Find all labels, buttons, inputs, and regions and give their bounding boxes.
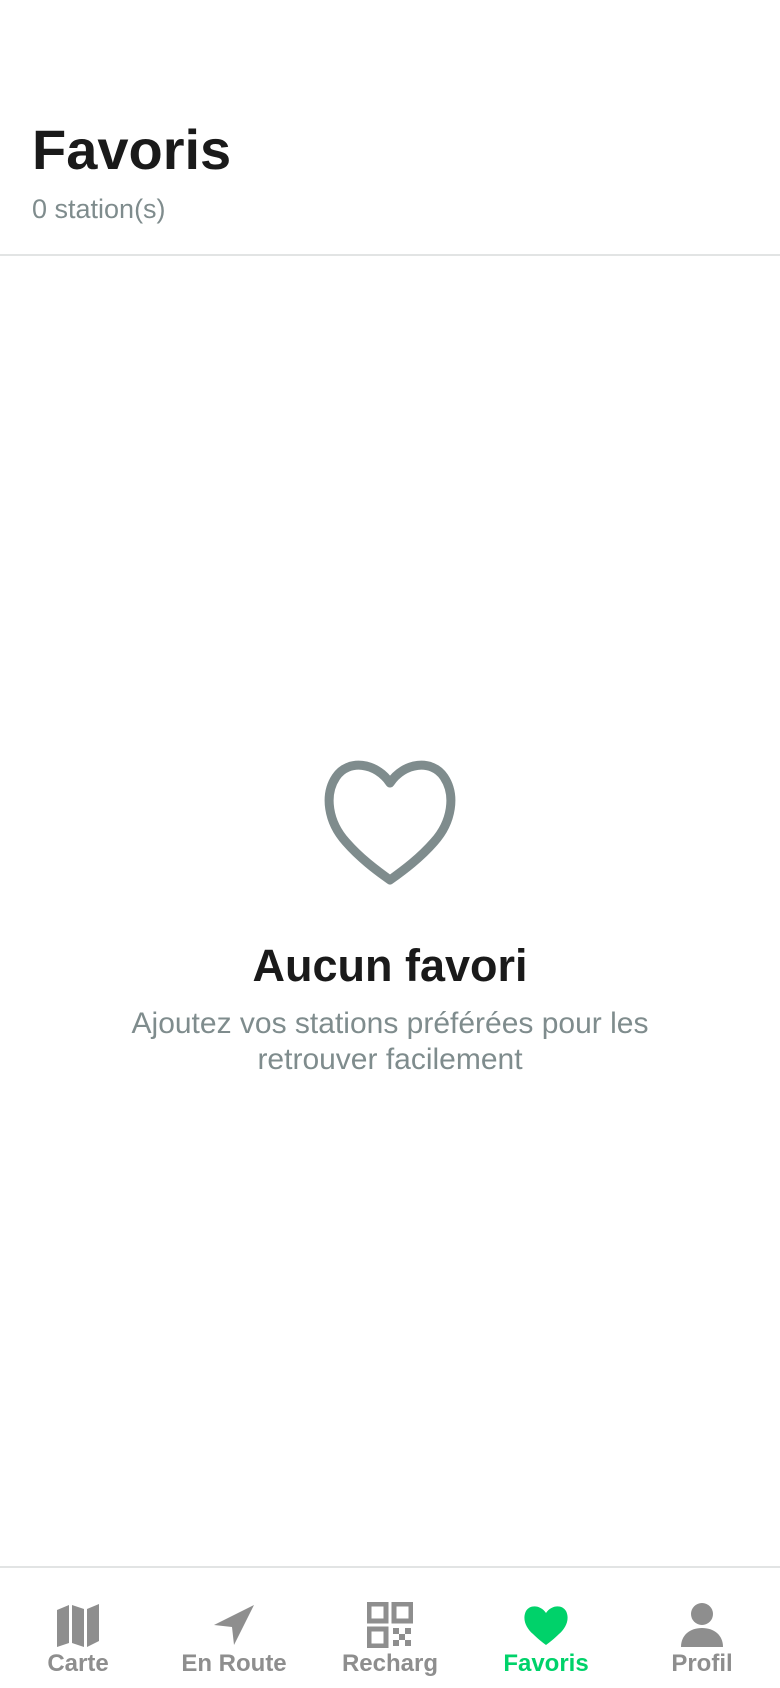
- station-count: 0 station(s): [32, 194, 166, 224]
- bottom-tab-bar: Carte En Route Recharg Favoris Profil: [0, 1566, 780, 1688]
- tab-profil[interactable]: Profil: [624, 1568, 780, 1688]
- empty-state: Aucun favori Ajoutez vos stations préfér…: [0, 756, 780, 1078]
- heart-outline-icon: [324, 760, 456, 885]
- empty-state-title: Aucun favori: [252, 940, 528, 991]
- qr-code-icon: [367, 1602, 413, 1648]
- tab-en-route[interactable]: En Route: [156, 1568, 312, 1688]
- navigation-arrow-icon: [214, 1605, 254, 1645]
- tab-label-profil: Profil: [671, 1650, 733, 1677]
- tab-label-en-route: En Route: [181, 1650, 287, 1677]
- tab-label-favoris: Favoris: [503, 1650, 589, 1677]
- favorites-screen: Favoris 0 station(s) Aucun favori Ajoute…: [0, 0, 780, 1688]
- page-title: Favoris: [32, 118, 232, 181]
- tab-recharg[interactable]: Recharg: [312, 1568, 468, 1688]
- page-header: Favoris 0 station(s): [0, 0, 780, 256]
- person-icon: [681, 1603, 723, 1647]
- heart-icon: [524, 1606, 568, 1645]
- tab-carte[interactable]: Carte: [0, 1568, 156, 1688]
- map-icon: [57, 1604, 99, 1647]
- tab-label-recharg: Recharg: [341, 1650, 439, 1677]
- empty-state-description: Ajoutez vos stations préférées pour les …: [131, 1007, 649, 1076]
- tab-label-carte: Carte: [47, 1650, 109, 1677]
- tab-favoris[interactable]: Favoris: [468, 1568, 624, 1688]
